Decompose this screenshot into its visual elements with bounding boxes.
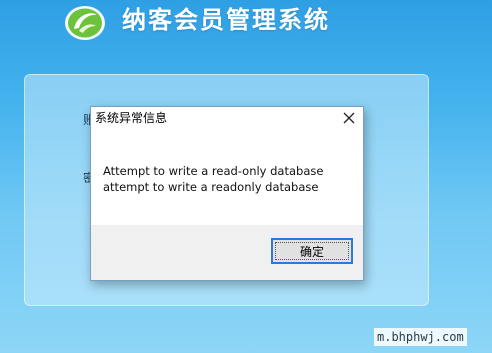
error-dialog: 系统异常信息 Attempt to write a read-only data… (90, 106, 364, 281)
error-message-line: Attempt to write a read-only database (103, 164, 324, 178)
app-title: 纳客会员管理系统 (122, 6, 330, 34)
dialog-footer: 确定 (91, 225, 363, 280)
close-button[interactable] (337, 108, 361, 128)
dialog-titlebar[interactable]: 系统异常信息 (91, 107, 363, 130)
logo-icon (65, 6, 105, 40)
ok-button[interactable]: 确定 (271, 238, 353, 264)
error-message-line: attempt to write a readonly database (103, 180, 319, 194)
close-icon (343, 112, 355, 124)
watermark: m.bhphwj.com (374, 328, 467, 346)
dialog-title: 系统异常信息 (95, 111, 168, 125)
ok-button-label: 确定 (299, 244, 324, 259)
dialog-body: Attempt to write a read-only database at… (91, 130, 363, 225)
